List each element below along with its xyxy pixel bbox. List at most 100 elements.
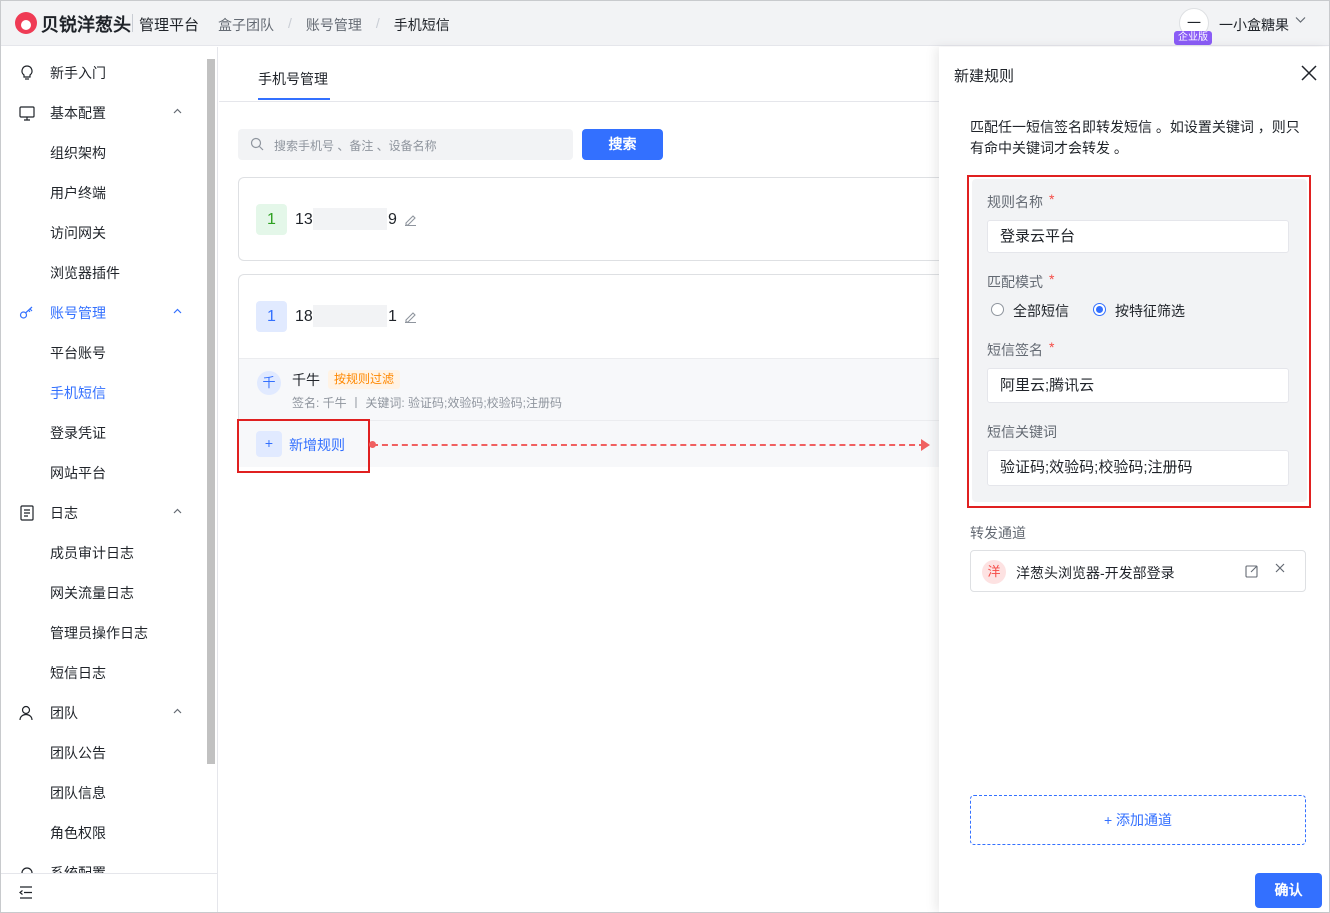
arrow-head bbox=[921, 439, 930, 451]
tab-phone-management[interactable]: 手机号管理 bbox=[258, 69, 328, 89]
brand-name: 贝锐洋葱头 bbox=[41, 15, 131, 35]
search-input[interactable]: 搜索手机号 、备注 、设备名称 bbox=[238, 129, 573, 160]
phone-number-suffix: 1 bbox=[388, 308, 397, 325]
sidebar-item-website[interactable]: 网站平台 bbox=[1, 453, 206, 493]
breadcrumb-separator: / bbox=[288, 15, 292, 31]
search-placeholder: 搜索手机号 、备注 、设备名称 bbox=[274, 139, 437, 153]
rule-row[interactable]: 千 千牛 按规则过滤 签名: 千牛 丨 关键词: 验证码;效验码;校验码;注册码 bbox=[239, 358, 940, 420]
sidebar-item-basic-config[interactable]: 基本配置 bbox=[1, 93, 206, 133]
monitor-icon bbox=[18, 104, 36, 122]
sidebar-item-label: 用户终端 bbox=[50, 185, 106, 201]
sidebar-item-credentials[interactable]: 登录凭证 bbox=[1, 413, 206, 453]
bulb-icon bbox=[18, 64, 36, 82]
sidebar-item-sms-log[interactable]: 短信日志 bbox=[1, 653, 206, 693]
breadcrumb-current: 手机短信 bbox=[393, 17, 450, 33]
sidebar-item-gateway[interactable]: 访问网关 bbox=[1, 213, 206, 253]
tab-bar: 手机号管理 bbox=[219, 47, 939, 102]
sidebar-item-roles[interactable]: 角色权限 bbox=[1, 813, 206, 853]
masked-digits bbox=[313, 305, 387, 327]
sidebar-item-label: 日志 bbox=[50, 505, 78, 521]
breadcrumb-team[interactable]: 盒子团队 bbox=[218, 15, 274, 35]
new-rule-drawer: 新建规则 匹配任一短信签名即转发短信 。如设置关键词 ，则只有命中关键词才会转发… bbox=[939, 47, 1329, 912]
tab-active-indicator bbox=[258, 98, 330, 100]
sidebar-item-label: 新手入门 bbox=[50, 65, 106, 81]
sidebar-item-admin-ops[interactable]: 管理员操作日志 bbox=[1, 613, 206, 653]
breadcrumb: 盒子团队 / 账号管理 / 手机短信 bbox=[218, 15, 450, 35]
drawer-title: 新建规则 bbox=[954, 68, 1015, 85]
close-icon[interactable] bbox=[1298, 62, 1320, 84]
breadcrumb-separator: / bbox=[375, 15, 380, 31]
search-icon bbox=[250, 137, 264, 154]
edit-icon[interactable] bbox=[404, 213, 417, 229]
sidebar-item-getting-started[interactable]: 新手入门 bbox=[1, 53, 206, 93]
phone-badge: 1 bbox=[256, 301, 287, 332]
edit-icon[interactable] bbox=[1245, 564, 1259, 581]
rule-avatar: 千 bbox=[257, 371, 281, 395]
sidebar-item-label: 成员审计日志 bbox=[50, 545, 134, 561]
chevron-up-icon bbox=[173, 707, 182, 719]
search-button[interactable]: 搜索 bbox=[582, 129, 663, 160]
sidebar-item-label: 基本配置 bbox=[50, 105, 106, 121]
sidebar-item-team[interactable]: 团队 bbox=[1, 693, 206, 733]
channel-item[interactable]: 洋 洋葱头浏览器-开发部登录 bbox=[970, 550, 1306, 592]
sidebar-item-label: 团队公告 bbox=[50, 745, 106, 761]
sidebar-item-platform-account[interactable]: 平台账号 bbox=[1, 333, 206, 373]
confirm-button[interactable]: 确认 bbox=[1255, 873, 1322, 908]
phone-number-prefix: 13 bbox=[295, 211, 313, 228]
sidebar-item-label: 角色权限 bbox=[50, 825, 106, 841]
sidebar-item-announcement[interactable]: 团队公告 bbox=[1, 733, 206, 773]
sidebar-item-gateway-traffic[interactable]: 网关流量日志 bbox=[1, 573, 206, 613]
add-channel-button[interactable]: + 添加通道 bbox=[970, 795, 1306, 845]
arrow-line bbox=[372, 444, 925, 446]
sidebar-item-label: 管理员操作日志 bbox=[50, 625, 148, 641]
drawer-description: 匹配任一短信签名即转发短信 。如设置关键词 ，则只有命中关键词才会转发 。 bbox=[970, 119, 1300, 156]
key-icon bbox=[18, 304, 36, 322]
enterprise-badge: 企业版 bbox=[1174, 31, 1212, 45]
sidebar-item-label: 登录凭证 bbox=[50, 425, 106, 441]
collapse-menu-icon[interactable] bbox=[19, 886, 33, 902]
team-icon bbox=[18, 704, 36, 722]
sidebar-item-account-mgmt[interactable]: 账号管理 bbox=[1, 293, 206, 333]
top-header: 贝锐洋葱头 管理平台 盒子团队 / 账号管理 / 手机短信 一 企业版 一小盒糖… bbox=[1, 1, 1329, 46]
sidebar-scrollbar[interactable] bbox=[207, 59, 215, 764]
chevron-up-icon bbox=[173, 507, 182, 519]
sidebar-item-label: 团队 bbox=[50, 705, 78, 721]
sidebar-item-label: 网站平台 bbox=[50, 465, 106, 481]
sidebar-item-member-audit[interactable]: 成员审计日志 bbox=[1, 533, 206, 573]
brand-logo bbox=[15, 12, 37, 34]
masked-digits bbox=[313, 208, 387, 230]
platform-name: 管理平台 bbox=[139, 17, 200, 34]
sidebar-item-label: 平台账号 bbox=[50, 345, 106, 361]
sidebar-item-label: 浏览器插件 bbox=[50, 265, 120, 281]
phone-card[interactable]: 1 13 9 bbox=[238, 177, 940, 261]
brand-divider bbox=[132, 14, 133, 32]
user-name[interactable]: 一小盒糖果 bbox=[1219, 15, 1289, 35]
sidebar-footer bbox=[1, 873, 217, 912]
sidebar-item-org[interactable]: 组织架构 bbox=[1, 133, 206, 173]
sidebar-item-logs[interactable]: 日志 bbox=[1, 493, 206, 533]
rule-name: 千牛 bbox=[292, 372, 320, 388]
chevron-up-icon bbox=[173, 107, 182, 119]
phone-badge: 1 bbox=[256, 204, 287, 235]
sidebar: 新手入门 基本配置 组织架构 用户终端 访问网关 浏览器插件 账号管理 平台账号… bbox=[1, 47, 218, 912]
sidebar-item-label: 短信日志 bbox=[50, 665, 106, 681]
sidebar-item-label: 手机短信 bbox=[50, 385, 106, 401]
sidebar-item-label: 团队信息 bbox=[50, 785, 106, 801]
sidebar-item-label: 账号管理 bbox=[50, 305, 106, 321]
chevron-down-icon[interactable] bbox=[1295, 14, 1306, 28]
rule-description: 签名: 千牛 丨 关键词: 验证码;效验码;校验码;注册码 bbox=[292, 396, 563, 410]
edit-icon[interactable] bbox=[404, 310, 417, 326]
sidebar-item-terminals[interactable]: 用户终端 bbox=[1, 173, 206, 213]
sidebar-item-team-info[interactable]: 团队信息 bbox=[1, 773, 206, 813]
breadcrumb-account[interactable]: 账号管理 bbox=[306, 15, 362, 35]
sidebar-item-sms[interactable]: 手机短信 bbox=[1, 373, 206, 413]
chevron-up-icon bbox=[173, 307, 182, 319]
log-icon bbox=[18, 504, 36, 522]
sidebar-item-label: 网关流量日志 bbox=[50, 585, 134, 601]
sidebar-item-browser-plugin[interactable]: 浏览器插件 bbox=[1, 253, 206, 293]
phone-number-prefix: 18 bbox=[295, 308, 313, 325]
sidebar-item-label: 组织架构 bbox=[50, 145, 106, 161]
remove-channel-icon[interactable] bbox=[1274, 561, 1286, 577]
highlight-rule-form bbox=[967, 175, 1311, 508]
channel-name: 洋葱头浏览器-开发部登录 bbox=[1016, 565, 1175, 581]
